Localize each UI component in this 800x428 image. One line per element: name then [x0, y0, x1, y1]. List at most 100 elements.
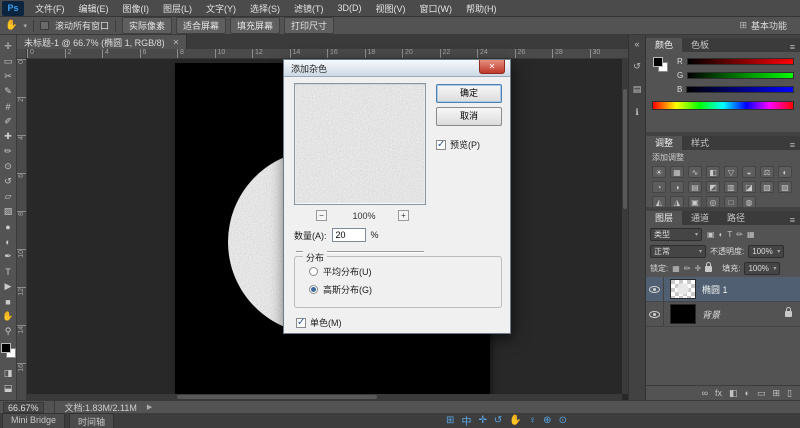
monochromatic-row[interactable]: 单色(M) — [296, 316, 342, 329]
menu-item[interactable]: 图层(L) — [156, 2, 199, 15]
layers-footer-icon[interactable]: ◧ — [729, 388, 738, 399]
layer-row-background[interactable]: 背景 — [646, 302, 800, 327]
menu-item[interactable]: 3D(D) — [331, 3, 369, 13]
menu-item[interactable]: 编辑(E) — [72, 2, 116, 15]
preview-checkbox-row[interactable]: 预览(P) — [436, 138, 480, 151]
eyedropper-tool[interactable]: ✐ — [0, 114, 17, 129]
blue-channel-slider[interactable] — [686, 86, 794, 93]
menu-item[interactable]: 选择(S) — [243, 2, 287, 15]
foreground-color-swatch[interactable] — [653, 57, 663, 67]
tab-color[interactable]: 颜色 — [646, 38, 682, 52]
amount-input[interactable]: 20 — [332, 228, 366, 242]
clone-stamp-tool[interactable]: ⊙ — [0, 159, 17, 174]
visibility-toggle[interactable] — [646, 302, 664, 327]
adjustment-icon[interactable]: ☀ — [652, 166, 666, 178]
filter-type-icon[interactable]: ▦ — [747, 230, 755, 239]
adjustment-icon[interactable]: ◮ — [670, 196, 684, 208]
tab-channels[interactable]: 通道 — [682, 211, 718, 225]
adjustment-icon[interactable]: ◒ — [742, 166, 756, 178]
adjustment-icon[interactable]: ⚖ — [760, 166, 774, 178]
menu-item[interactable]: 视图(V) — [369, 2, 413, 15]
view-button[interactable]: 填充屏幕 — [230, 17, 280, 34]
nav-tool-icon[interactable]: ♀ — [529, 415, 537, 426]
dialog-close-button[interactable]: ✕ — [479, 60, 505, 74]
path-select-tool[interactable]: ▶ — [0, 279, 17, 294]
marquee-tool[interactable]: ▭ — [0, 54, 17, 69]
menu-item[interactable]: 文件(F) — [28, 2, 72, 15]
history-brush-tool[interactable]: ↺ — [0, 174, 17, 189]
nav-tool-icon[interactable]: ↺ — [494, 415, 502, 426]
menu-item[interactable]: 滤镜(T) — [287, 2, 331, 15]
opacity-select[interactable]: 100% ▾ — [748, 245, 784, 258]
layers-footer-icon[interactable]: ⊞ — [773, 388, 781, 399]
gaussian-radio-row[interactable]: 高斯分布(G) — [309, 283, 372, 296]
lock-position-icon[interactable]: ✛ — [695, 264, 702, 273]
layer-thumbnail[interactable] — [670, 304, 696, 324]
nav-tool-icon[interactable]: ✋ — [509, 415, 521, 426]
horizontal-scrollbar-thumb[interactable] — [177, 395, 377, 399]
vertical-scrollbar-thumb[interactable] — [623, 89, 627, 209]
green-channel-slider[interactable] — [687, 72, 794, 79]
lock-pixels-icon[interactable]: ✏ — [684, 264, 691, 273]
nav-tool-icon[interactable]: ✛ — [478, 415, 486, 426]
layers-footer-icon[interactable]: ∞ — [702, 388, 708, 398]
layers-footer-icon[interactable]: fx — [715, 388, 722, 398]
layers-footer-icon[interactable]: ▭ — [757, 388, 766, 399]
workspace-switcher[interactable]: ⊞ 基本功能 — [739, 19, 795, 32]
dock-panel-icon[interactable]: « — [634, 39, 639, 49]
brush-tool[interactable]: ✏ — [0, 144, 17, 159]
adjustment-icon[interactable]: ▽ — [724, 166, 738, 178]
panel-menu-icon[interactable]: ≡ — [785, 42, 800, 52]
adjustment-icon[interactable]: ◍ — [742, 196, 756, 208]
scroll-all-windows-checkbox[interactable] — [40, 21, 49, 30]
adjustment-icon[interactable]: ◔ — [652, 181, 666, 193]
view-button[interactable]: 实际像素 — [122, 17, 172, 34]
quick-select-tool[interactable]: ✎ — [0, 84, 17, 99]
foreground-color-swatch[interactable] — [1, 343, 11, 353]
blur-tool[interactable]: ● — [0, 219, 17, 234]
healing-brush-tool[interactable]: ✚ — [0, 129, 17, 144]
bottom-panel-tab[interactable]: Mini Bridge — [2, 413, 65, 428]
zoom-out-button[interactable]: − — [316, 210, 327, 221]
tab-adjustments[interactable]: 调整 — [646, 136, 682, 150]
adjustment-icon[interactable]: ◐ — [778, 166, 792, 178]
layer-thumbnail[interactable] — [670, 279, 696, 299]
uniform-radio-row[interactable]: 平均分布(U) — [309, 265, 372, 278]
uniform-radio[interactable] — [309, 267, 318, 276]
zoom-level-field[interactable]: 66.67% — [3, 402, 44, 413]
tab-close-icon[interactable]: ✕ — [173, 38, 180, 47]
nav-tool-icon[interactable]: 中 — [461, 413, 471, 428]
nav-tool-icon[interactable]: ⊕ — [543, 415, 551, 426]
preview-checkbox[interactable] — [436, 140, 446, 150]
eraser-tool[interactable]: ▱ — [0, 189, 17, 204]
nav-tool-icon[interactable]: ⊙ — [559, 415, 567, 426]
dialog-title-bar[interactable]: 添加杂色 — [284, 60, 510, 77]
adjustment-icon[interactable]: ◎ — [706, 196, 720, 208]
vertical-ruler[interactable]: 0246810121416 — [17, 59, 27, 400]
document-tab[interactable]: 未标题-1 @ 66.7% (椭圆 1, RGB/8) ✕ — [17, 35, 187, 49]
adjustment-icon[interactable]: ▨ — [778, 181, 792, 193]
status-arrow-icon[interactable]: ▶ — [147, 403, 152, 411]
adjustment-icon[interactable]: ▣ — [688, 196, 702, 208]
adjustment-icon[interactable]: □ — [724, 196, 738, 208]
adjustment-icon[interactable]: ▧ — [760, 181, 774, 193]
panel-color-swatches[interactable] — [652, 57, 669, 74]
filter-type-icon[interactable]: T — [727, 230, 732, 239]
panel-menu-icon[interactable]: ≡ — [785, 140, 800, 150]
layer-name[interactable]: 椭圆 1 — [702, 283, 728, 296]
lasso-tool[interactable]: ✂ — [0, 69, 17, 84]
adjustment-icon[interactable]: ▦ — [670, 166, 684, 178]
visibility-toggle[interactable] — [646, 277, 664, 302]
nav-tool-icon[interactable]: ⊞ — [446, 415, 454, 426]
adjustment-icon[interactable]: ◭ — [652, 196, 666, 208]
gaussian-radio[interactable] — [309, 285, 318, 294]
fill-select[interactable]: 100% ▾ — [744, 262, 780, 275]
layer-name[interactable]: 背景 — [702, 308, 720, 321]
menu-item[interactable]: 窗口(W) — [413, 2, 460, 15]
crop-tool[interactable]: # — [0, 99, 17, 114]
layer-row-ellipse[interactable]: 椭圆 1 — [646, 277, 800, 302]
filter-type-icon[interactable]: ✏ — [736, 230, 743, 239]
zoom-in-button[interactable]: + — [398, 210, 409, 221]
current-tool-icon[interactable]: ✋ — [5, 20, 17, 31]
zoom-tool[interactable]: ⚲ — [0, 324, 17, 339]
